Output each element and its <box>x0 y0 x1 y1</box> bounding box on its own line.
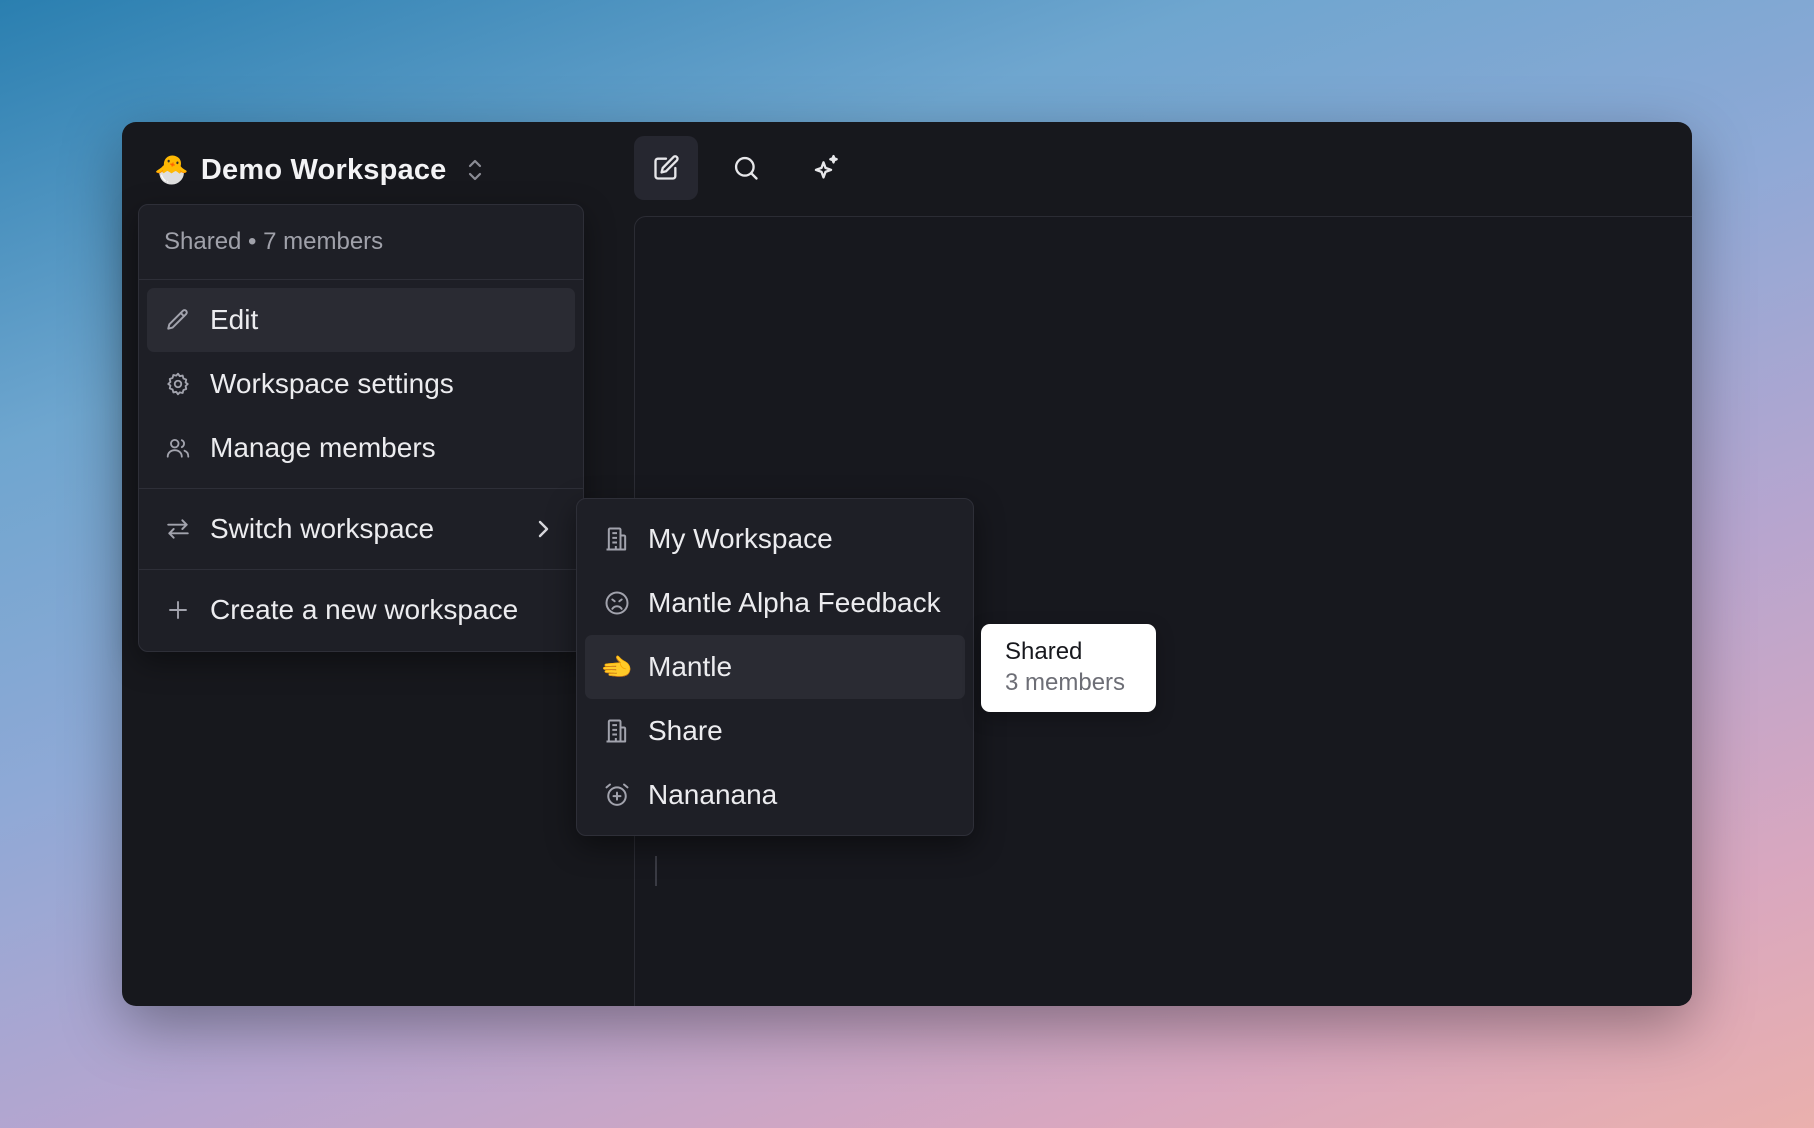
gear-icon <box>164 370 192 398</box>
menu-group-switch: Switch workspace <box>139 489 583 570</box>
frown-icon <box>602 588 632 618</box>
building-icon <box>602 524 632 554</box>
workspace-menu: Shared • 7 members Edit Workspace settin… <box>138 204 584 652</box>
workspace-option-label: Nananana <box>648 779 778 810</box>
workspace-switcher[interactable]: 🐣 Demo Workspace <box>154 148 485 192</box>
chevron-up-down-icon <box>465 157 485 183</box>
search-icon <box>732 154 760 182</box>
sparkles-icon <box>811 153 841 183</box>
search-button[interactable] <box>714 136 778 200</box>
workspace-option-label: Share <box>648 715 723 746</box>
menu-item-manage-members[interactable]: Manage members <box>147 416 575 480</box>
alarm-plus-icon <box>602 780 632 810</box>
workspace-emoji: 🐣 <box>154 154 189 185</box>
switch-workspace-submenu: My Workspace Mantle Alpha Feedback 🫲 Man… <box>576 498 974 836</box>
edit-icon <box>652 154 680 182</box>
menu-item-label: Create a new workspace <box>210 594 519 625</box>
tooltip-subtitle: 3 members <box>1005 669 1126 696</box>
workspace-name: Demo Workspace <box>200 153 447 186</box>
text-caret <box>655 856 657 886</box>
workspace-option-share[interactable]: Share <box>585 699 965 763</box>
workspace-option-mantle-alpha-feedback[interactable]: Mantle Alpha Feedback <box>585 571 965 635</box>
workspace-option-my-workspace[interactable]: My Workspace <box>585 507 965 571</box>
chevron-right-icon <box>533 517 553 541</box>
toolbar <box>634 136 858 200</box>
workspace-option-label: Mantle <box>648 651 733 682</box>
menu-item-create-workspace[interactable]: Create a new workspace <box>147 578 575 642</box>
users-icon <box>164 434 192 462</box>
menu-item-workspace-settings[interactable]: Workspace settings <box>147 352 575 416</box>
menu-item-label: Switch workspace <box>210 513 435 544</box>
workspace-option-nananana[interactable]: Nananana <box>585 763 965 827</box>
workspace-option-label: My Workspace <box>648 523 833 554</box>
menu-item-edit[interactable]: Edit <box>147 288 575 352</box>
arrows-swap-icon <box>164 515 192 543</box>
menu-group-create: Create a new workspace <box>139 570 583 650</box>
new-note-button[interactable] <box>634 136 698 200</box>
plus-icon <box>164 596 192 624</box>
pencil-icon <box>164 306 192 334</box>
menu-group-actions: Edit Workspace settings Manage members <box>139 280 583 489</box>
workspace-option-label: Mantle Alpha Feedback <box>648 587 941 618</box>
menu-item-switch-workspace[interactable]: Switch workspace <box>147 497 575 561</box>
workspace-option-mantle[interactable]: 🫲 Mantle <box>585 635 965 699</box>
building-icon <box>602 716 632 746</box>
menu-item-label: Manage members <box>210 432 436 463</box>
workspace-info: Shared • 7 members <box>139 205 583 280</box>
workspace-tooltip: Shared 3 members <box>981 624 1156 712</box>
ai-button[interactable] <box>794 136 858 200</box>
menu-item-label: Edit <box>210 304 259 335</box>
menu-item-label: Workspace settings <box>210 368 454 399</box>
workspace-emoji-icon: 🫲 <box>600 651 634 682</box>
tooltip-title: Shared <box>1005 638 1083 665</box>
